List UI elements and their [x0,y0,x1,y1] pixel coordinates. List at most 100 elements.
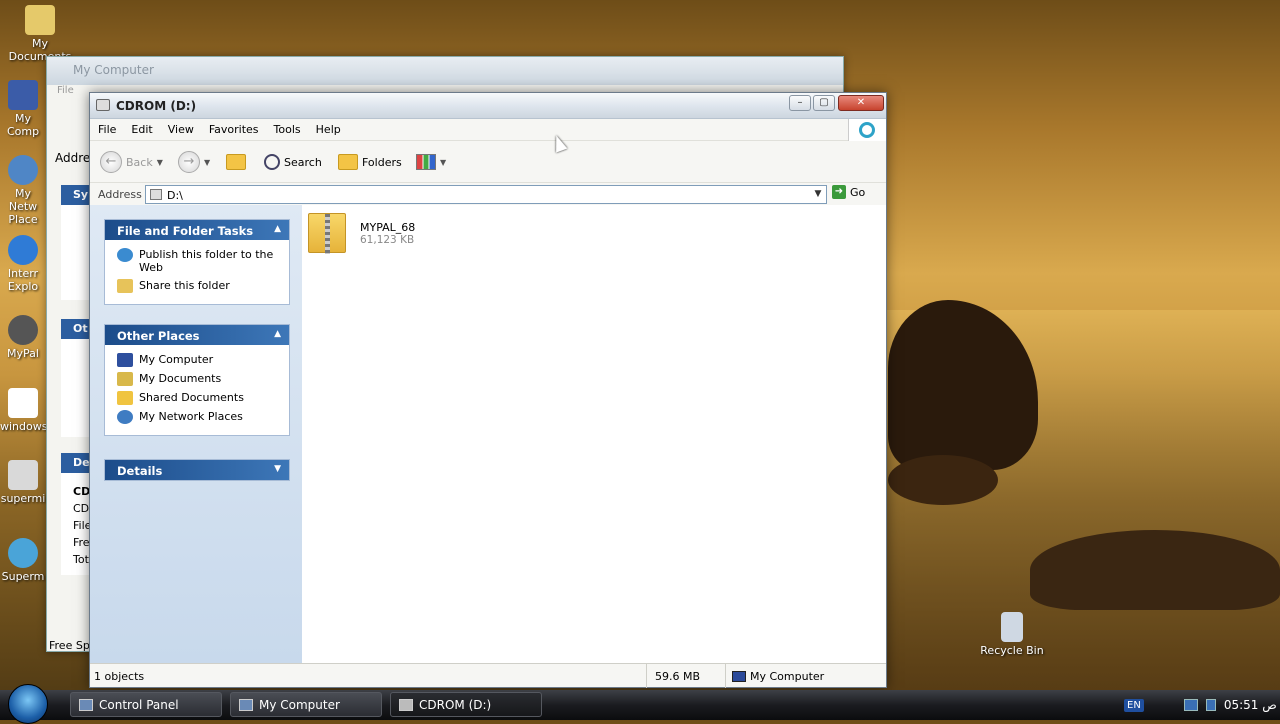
minimize-button[interactable]: – [789,95,811,111]
language-indicator[interactable]: EN [1124,698,1144,712]
throbber-icon [859,122,875,138]
forward-arrow-icon: → [178,151,200,173]
recycle-bin-icon [1001,612,1023,642]
toolbar: ← Back ▼ → ▼ Search Folders ▼ [90,141,886,183]
cdrom-drive-icon [399,698,413,711]
up-folder-button[interactable] [226,151,246,173]
publish-web-icon [117,248,133,262]
network-icon [117,410,133,424]
file-list: MYPAL_68 61,123 KB [302,205,886,663]
share-folder-icon [117,279,133,293]
clock[interactable]: 05:51 ص [1224,698,1277,712]
folders-icon [338,154,358,170]
expand-icon: ▼ [274,464,281,474]
desktop-icon-my-documents[interactable]: My Documents [0,5,80,63]
chevron-down-icon: ▼ [440,157,447,167]
taskbar-item-control-panel[interactable]: Control Panel [70,692,222,717]
link-my-documents[interactable]: My Documents [117,372,281,386]
share-folder-link[interactable]: Share this folder [117,279,281,293]
documents-icon [117,372,133,386]
computer-icon [239,698,253,711]
collapse-icon: ▲ [274,224,281,234]
desktop-icon-windowst[interactable]: windowst [0,388,52,433]
computer-icon [8,80,38,110]
content-area: File and Folder Tasks ▲ Publish this fol… [90,205,886,663]
menu-bar: File Edit View Favorites Tools Help [90,119,886,141]
desktop-icon-my-computer[interactable]: My Comp [0,80,46,138]
menu-tools[interactable]: Tools [266,119,308,136]
cdrom-drive-icon [150,189,162,200]
back-details-body: CD CD File Fre Tot [61,473,91,575]
details-header[interactable]: Details ▼ [105,460,289,480]
back-panel-body [61,339,91,437]
back-panel-header[interactable]: Sy [61,185,91,205]
installer-icon [8,460,38,490]
search-icon [264,154,280,170]
address-bar: Address D:\ ▼ ➜ Go [90,183,886,207]
publish-folder-link[interactable]: Publish this folder to the Web [117,248,281,274]
file-icon [8,388,38,418]
title-bar[interactable]: CDROM (D:) – ▢ ✕ [90,93,886,119]
file-name: MYPAL_68 [360,221,416,234]
desktop-icon-mypal[interactable]: MyPal [0,315,46,360]
go-button[interactable]: ➜ Go [832,185,865,199]
file-folder-tasks-header[interactable]: File and Folder Tasks ▲ [105,220,289,240]
menu-view[interactable]: View [160,119,201,136]
desktop-rock [888,455,998,505]
link-my-computer[interactable]: My Computer [117,353,281,367]
menu-edit[interactable]: Edit [123,119,159,136]
forward-button[interactable]: → ▼ [178,151,210,173]
desktop-icon-supermium-setup[interactable]: supermi [0,460,46,505]
start-button[interactable] [8,684,48,724]
desktop-icon-supermium[interactable]: Superm [0,538,46,583]
zip-folder-icon [308,213,346,254]
details-panel: Details ▼ [104,459,290,481]
tray-icon[interactable] [1183,699,1198,711]
status-object-count: 1 objects [94,670,145,683]
go-arrow-icon: ➜ [832,185,846,199]
search-label: Search [284,155,322,169]
supermium-icon [8,538,38,568]
network-icon [8,155,38,185]
link-shared-documents[interactable]: Shared Documents [117,391,281,405]
link-my-network-places[interactable]: My Network Places [117,410,281,424]
windows-logo [848,119,886,141]
menu-favorites[interactable]: Favorites [201,119,266,136]
address-value: D:\ [167,189,183,202]
desktop-icon-network[interactable]: My Netw Place [0,155,46,226]
taskbar-item-my-computer[interactable]: My Computer [230,692,382,717]
back-panel-header[interactable]: De [61,453,91,473]
desktop-icon-recycle-bin[interactable]: Recycle Bin [972,612,1052,657]
my-computer-title: My Computer [47,57,843,85]
back-panel-header[interactable]: Ot [61,319,91,339]
chevron-down-icon[interactable]: ▼ [157,158,163,167]
chevron-down-icon[interactable]: ▼ [204,158,210,167]
computer-icon [732,671,746,682]
menu-file[interactable]: File [90,119,123,136]
back-button[interactable]: ← Back ▼ [100,151,163,173]
chevron-down-icon[interactable]: ▼ [810,186,826,203]
mypal-icon [8,315,38,345]
folder-icon [25,5,55,35]
folders-button[interactable]: Folders [338,151,402,173]
search-button[interactable]: Search [264,151,322,173]
menu-help[interactable]: Help [308,119,348,136]
close-button[interactable]: ✕ [838,95,884,111]
folder-icon [117,391,133,405]
views-button[interactable]: ▼ [416,151,446,173]
cdrom-window[interactable]: CDROM (D:) – ▢ ✕ File Edit View Favorites To… [89,92,887,688]
volume-icon[interactable] [1205,699,1216,711]
desktop-icon-internet-explorer[interactable]: Interr Explo [0,235,46,293]
taskbar: Control Panel My Computer CDROM (D:) EN … [0,684,1280,724]
other-places-panel: Other Places ▲ My Computer My Documents … [104,324,290,436]
system-tray: EN 05:51 ص [1124,690,1277,720]
file-item[interactable]: MYPAL_68 61,123 KB [308,213,416,254]
status-location: My Computer [732,670,824,683]
maximize-button[interactable]: ▢ [813,95,835,111]
other-places-header[interactable]: Other Places ▲ [105,325,289,345]
address-input[interactable]: D:\ ▼ [145,185,827,204]
desktop-rock [1030,530,1280,610]
back-panel-body [61,205,91,300]
taskbar-item-cdrom[interactable]: CDROM (D:) [390,692,542,717]
control-panel-icon [79,698,93,711]
